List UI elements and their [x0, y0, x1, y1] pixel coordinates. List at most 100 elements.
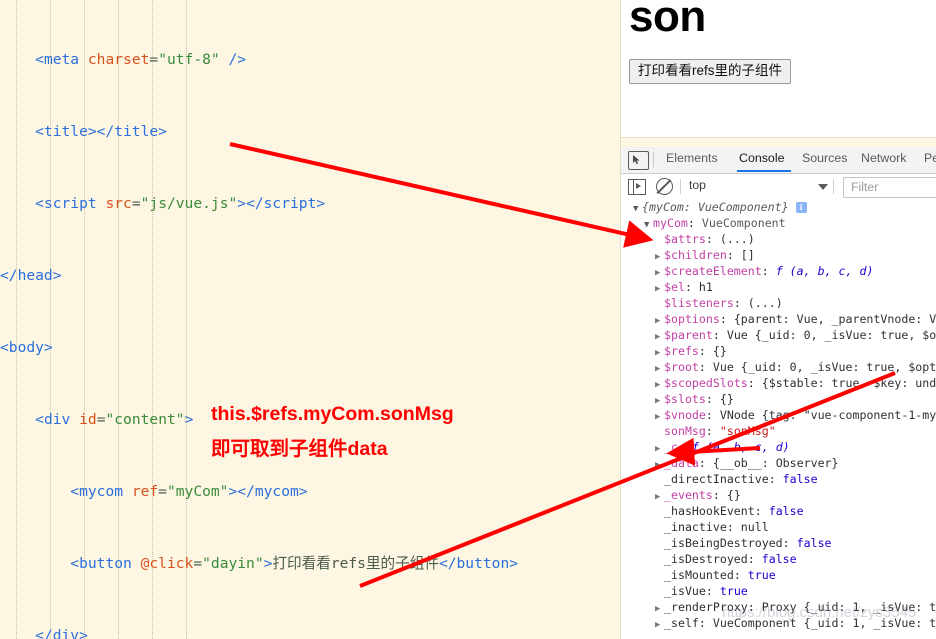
console-row-key: $parent — [664, 328, 713, 342]
console-row-key: $children — [664, 248, 727, 262]
console-row-key: $createElement — [664, 264, 762, 278]
console-tree-row[interactable]: ▶ $slots: {} — [621, 391, 936, 407]
devtools-panel: Elements Console Sources Network Pe top — [621, 147, 936, 639]
console-tree-row[interactable]: _isBeingDestroyed: false — [621, 535, 936, 551]
console-tree-row[interactable]: ▶ $children: [] — [621, 247, 936, 263]
console-filter-placeholder: Filter — [851, 180, 879, 194]
page-heading: son — [629, 0, 706, 41]
console-row-key: _isVue — [664, 584, 706, 598]
toolbar-divider — [653, 152, 654, 167]
console-row-key: _c — [664, 440, 678, 454]
console-tree-row[interactable]: $attrs: (...) — [621, 231, 936, 247]
console-row-value: false — [782, 472, 818, 486]
console-row-value: {parent: Vue, _parentVnode: V — [733, 312, 936, 326]
console-tree-row[interactable]: _directInactive: false — [621, 471, 936, 487]
console-tree-row[interactable]: ▶ $el: h1 — [621, 279, 936, 295]
console-tree-row[interactable]: ▶ $vnode: VNode {tag: "vue-component-1-my — [621, 407, 936, 423]
clear-console-icon[interactable] — [656, 178, 673, 195]
tab-sources[interactable]: Sources — [802, 151, 847, 169]
console-row-value: false — [761, 552, 797, 566]
console-tree-row[interactable]: _isMounted: true — [621, 567, 936, 583]
console-row-separator: : — [684, 280, 699, 294]
console-row-key: _self — [664, 616, 699, 630]
console-row-value: true — [747, 568, 776, 582]
toolbar-divider — [833, 179, 834, 194]
console-row-key: _events — [664, 488, 713, 502]
console-row-value: Vue {_uid: 0, _isVue: true, $o — [726, 328, 936, 342]
console-tree-row[interactable]: ▶ _data: {__ob__: Observer} — [621, 455, 936, 471]
console-row-value: false — [796, 536, 832, 550]
devtools-tabbar: Elements Console Sources Network Pe — [621, 147, 936, 174]
console-row-separator: : — [747, 552, 762, 566]
tab-network[interactable]: Network — [861, 151, 906, 169]
console-row-separator: : — [726, 520, 741, 534]
annotation-line-2: 即可取到子组件data — [211, 438, 388, 460]
console-row-key: sonMsg — [664, 424, 706, 438]
code-line: <mycom ref="myCom"></mycom> — [70, 483, 308, 500]
console-tree-row[interactable]: _isDestroyed: false — [621, 551, 936, 567]
console-row-separator: : — [698, 360, 713, 374]
console-row-key: _inactive — [664, 520, 727, 534]
console-tree-row[interactable]: ▶ $refs: {} — [621, 343, 936, 359]
execution-context-select[interactable]: top — [689, 178, 814, 195]
console-row-separator: : — [733, 568, 748, 582]
editor-scrollbar-track[interactable] — [609, 0, 620, 639]
console-row-value: f (a, b, c, d) — [691, 440, 790, 454]
console-row-key: $options — [664, 312, 720, 326]
console-row-separator: : — [782, 536, 797, 550]
info-icon[interactable]: i — [795, 202, 807, 213]
console-output[interactable]: ▼ {myCom: VueComponent} i ▼ myCom: VueCompo… — [621, 199, 936, 639]
console-tree-row[interactable]: ▼ myCom: VueComponent — [621, 215, 936, 231]
console-row-key: $attrs — [664, 232, 706, 246]
code-editor[interactable]: <meta charset="utf-8" /> <title></title>… — [0, 0, 620, 639]
console-tree-row[interactable]: ▶ $parent: Vue {_uid: 0, _isVue: true, $o — [621, 327, 936, 343]
console-row-separator: : — [705, 408, 720, 422]
console-row-value: {} — [719, 392, 734, 406]
console-row-separator: : — [733, 296, 748, 310]
console-row-value: {$stable: true, $key: und — [761, 376, 936, 390]
console-tree-row[interactable]: ▶ $options: {parent: Vue, _parentVnode: V — [621, 311, 936, 327]
console-tree-row[interactable]: $listeners: (...) — [621, 295, 936, 311]
console-row-key: $listeners — [664, 296, 734, 310]
inspect-element-icon[interactable] — [628, 151, 649, 170]
console-tree-row[interactable]: _isVue: true — [621, 583, 936, 599]
tab-elements[interactable]: Elements — [666, 151, 718, 169]
console-tree-row[interactable]: ▶ $createElement: f (a, b, c, d) — [621, 263, 936, 279]
console-row-value: {__ob__: Observer} — [712, 456, 839, 470]
console-row-key: _hasHookEvent — [664, 504, 755, 518]
console-tree-row[interactable]: ▶ _c: f (a, b, c, d) — [621, 439, 936, 455]
tab-console[interactable]: Console — [739, 151, 784, 169]
console-row-separator: : — [705, 232, 720, 246]
console-row-separator: : — [698, 344, 713, 358]
console-row-value: (...) — [719, 232, 755, 246]
console-tree-row[interactable]: ▶ $scopedSlots: {$stable: true, $key: und — [621, 375, 936, 391]
code-content[interactable]: <meta charset="utf-8" /> <title></title>… — [0, 0, 518, 639]
console-row-separator: : — [754, 504, 769, 518]
console-row-separator: : — [747, 376, 762, 390]
console-row-value: true — [719, 584, 748, 598]
console-row-separator: : — [705, 584, 720, 598]
console-row-text: {myCom: VueComponent} — [642, 200, 789, 214]
console-tree-row[interactable]: sonMsg: "sonMsg" — [621, 423, 936, 439]
print-refs-button[interactable]: 打印看看refs里的子组件 — [629, 59, 792, 84]
console-row-separator: : — [712, 488, 727, 502]
console-row-separator: : — [719, 312, 734, 326]
triangle-right-icon[interactable]: ▶ — [655, 617, 664, 633]
console-tree-row[interactable]: _inactive: null — [621, 519, 936, 535]
console-tree-row[interactable]: ▶ $root: Vue {_uid: 0, _isVue: true, $opt — [621, 359, 936, 375]
console-tree-row[interactable]: ▶ _events: {} — [621, 487, 936, 503]
console-tree-row[interactable]: _hasHookEvent: false — [621, 503, 936, 519]
console-row-key: $vnode — [664, 408, 706, 422]
console-row-separator: : — [768, 472, 783, 486]
tab-performance[interactable]: Pe — [924, 151, 936, 169]
console-row-separator: : — [705, 424, 720, 438]
chevron-down-icon[interactable] — [818, 184, 828, 190]
console-row-separator: : — [677, 440, 692, 454]
console-filter-input[interactable]: Filter — [843, 177, 936, 198]
console-row-value: false — [768, 504, 804, 518]
console-row-key: $root — [664, 360, 699, 374]
code-line: </head> — [0, 267, 62, 284]
console-row-value: {} — [726, 488, 741, 502]
console-tree-row[interactable]: ▼ {myCom: VueComponent} i — [621, 199, 936, 215]
console-sidebar-icon[interactable] — [628, 179, 646, 195]
